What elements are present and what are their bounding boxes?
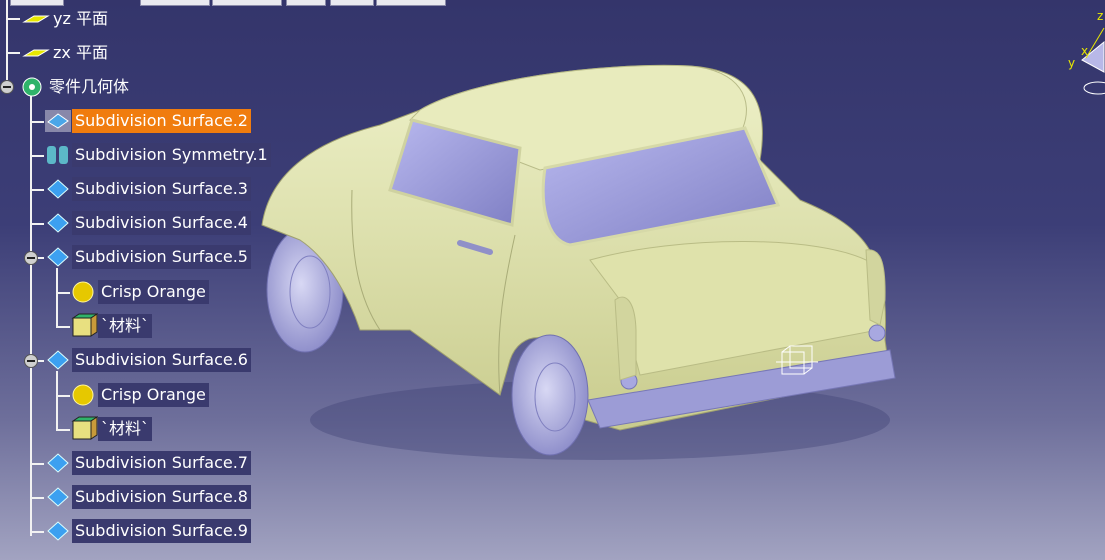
tree-item-yz-plane[interactable]: yz 平面 <box>22 6 111 32</box>
tree-item-subdivision-surface-3[interactable]: Subdivision Surface.3 <box>44 176 251 202</box>
car-model[interactable] <box>261 64 896 460</box>
tree-item-appearance[interactable]: Crisp Orange <box>70 382 209 408</box>
compass-y-label: y <box>1068 56 1076 70</box>
tree-item-label: Crisp Orange <box>98 383 209 407</box>
tree-item-label: Subdivision Surface.5 <box>72 245 251 269</box>
tree-item-label: `材料` <box>98 314 153 338</box>
tree-item-label: Subdivision Surface.6 <box>72 348 251 372</box>
material-box-icon <box>70 313 99 339</box>
subdivision-symmetry-icon <box>44 142 72 168</box>
plane-icon <box>22 40 50 66</box>
tree-item-part-body[interactable]: 零件几何体 <box>18 74 132 100</box>
tree-item-material[interactable]: `材料` <box>70 313 153 339</box>
tree-item-appearance[interactable]: Crisp Orange <box>70 279 209 305</box>
tree-item-label: `材料` <box>98 417 153 441</box>
tree-item-label: Subdivision Surface.4 <box>72 211 251 235</box>
appearance-sphere-icon <box>70 279 98 305</box>
part-body-icon <box>18 74 46 100</box>
material-box-icon <box>70 416 99 442</box>
specification-tree: yz 平面 zx 平面 零件几何体 Subdivision Surface.2 … <box>0 0 300 560</box>
subdivision-surface-icon <box>44 176 72 202</box>
tree-item-label: zx 平面 <box>53 43 108 62</box>
tree-item-label: Subdivision Surface.9 <box>72 519 251 543</box>
subdivision-surface-icon <box>44 518 72 544</box>
tree-item-subdivision-surface-5[interactable]: Subdivision Surface.5 <box>44 244 251 270</box>
tree-item-subdivision-symmetry-1[interactable]: Subdivision Symmetry.1 <box>44 142 271 168</box>
tree-item-subdivision-surface-9[interactable]: Subdivision Surface.9 <box>44 518 251 544</box>
tree-item-label: Crisp Orange <box>98 280 209 304</box>
compass-z-label: z <box>1097 9 1104 23</box>
tree-item-subdivision-surface-7[interactable]: Subdivision Surface.7 <box>44 450 251 476</box>
subdivision-surface-icon <box>44 347 72 373</box>
rear-wheel <box>511 334 589 456</box>
tree-item-label: yz 平面 <box>53 9 108 28</box>
tree-item-subdivision-surface-2[interactable]: Subdivision Surface.2 <box>44 108 251 134</box>
tree-item-label: Subdivision Surface.7 <box>72 451 251 475</box>
compass-x-label: x <box>1081 44 1089 58</box>
tree-item-material[interactable]: `材料` <box>70 416 153 442</box>
subdivision-surface-icon <box>44 210 72 236</box>
collapse-toggle[interactable] <box>24 251 38 265</box>
tail-light <box>868 324 886 342</box>
tree-item-label: Subdivision Surface.3 <box>72 177 251 201</box>
tree-item-zx-plane[interactable]: zx 平面 <box>22 40 111 66</box>
subdivision-surface-icon <box>44 108 72 134</box>
tree-item-subdivision-surface-8[interactable]: Subdivision Surface.8 <box>44 484 251 510</box>
tree-item-label: Subdivision Surface.8 <box>72 485 251 509</box>
subdivision-surface-icon <box>44 244 72 270</box>
appearance-sphere-icon <box>70 382 98 408</box>
subdivision-surface-icon <box>44 450 72 476</box>
tree-item-label: Subdivision Symmetry.1 <box>72 143 271 167</box>
tree-item-label: 零件几何体 <box>49 77 130 96</box>
collapse-toggle[interactable] <box>24 354 38 368</box>
plane-icon <box>22 6 50 32</box>
tree-item-subdivision-surface-4[interactable]: Subdivision Surface.4 <box>44 210 251 236</box>
tree-item-label: Subdivision Surface.2 <box>72 109 251 133</box>
collapse-toggle[interactable] <box>0 80 14 94</box>
compass-icon[interactable] <box>1081 27 1105 95</box>
tree-item-subdivision-surface-6[interactable]: Subdivision Surface.6 <box>44 347 251 373</box>
subdivision-surface-icon <box>44 484 72 510</box>
